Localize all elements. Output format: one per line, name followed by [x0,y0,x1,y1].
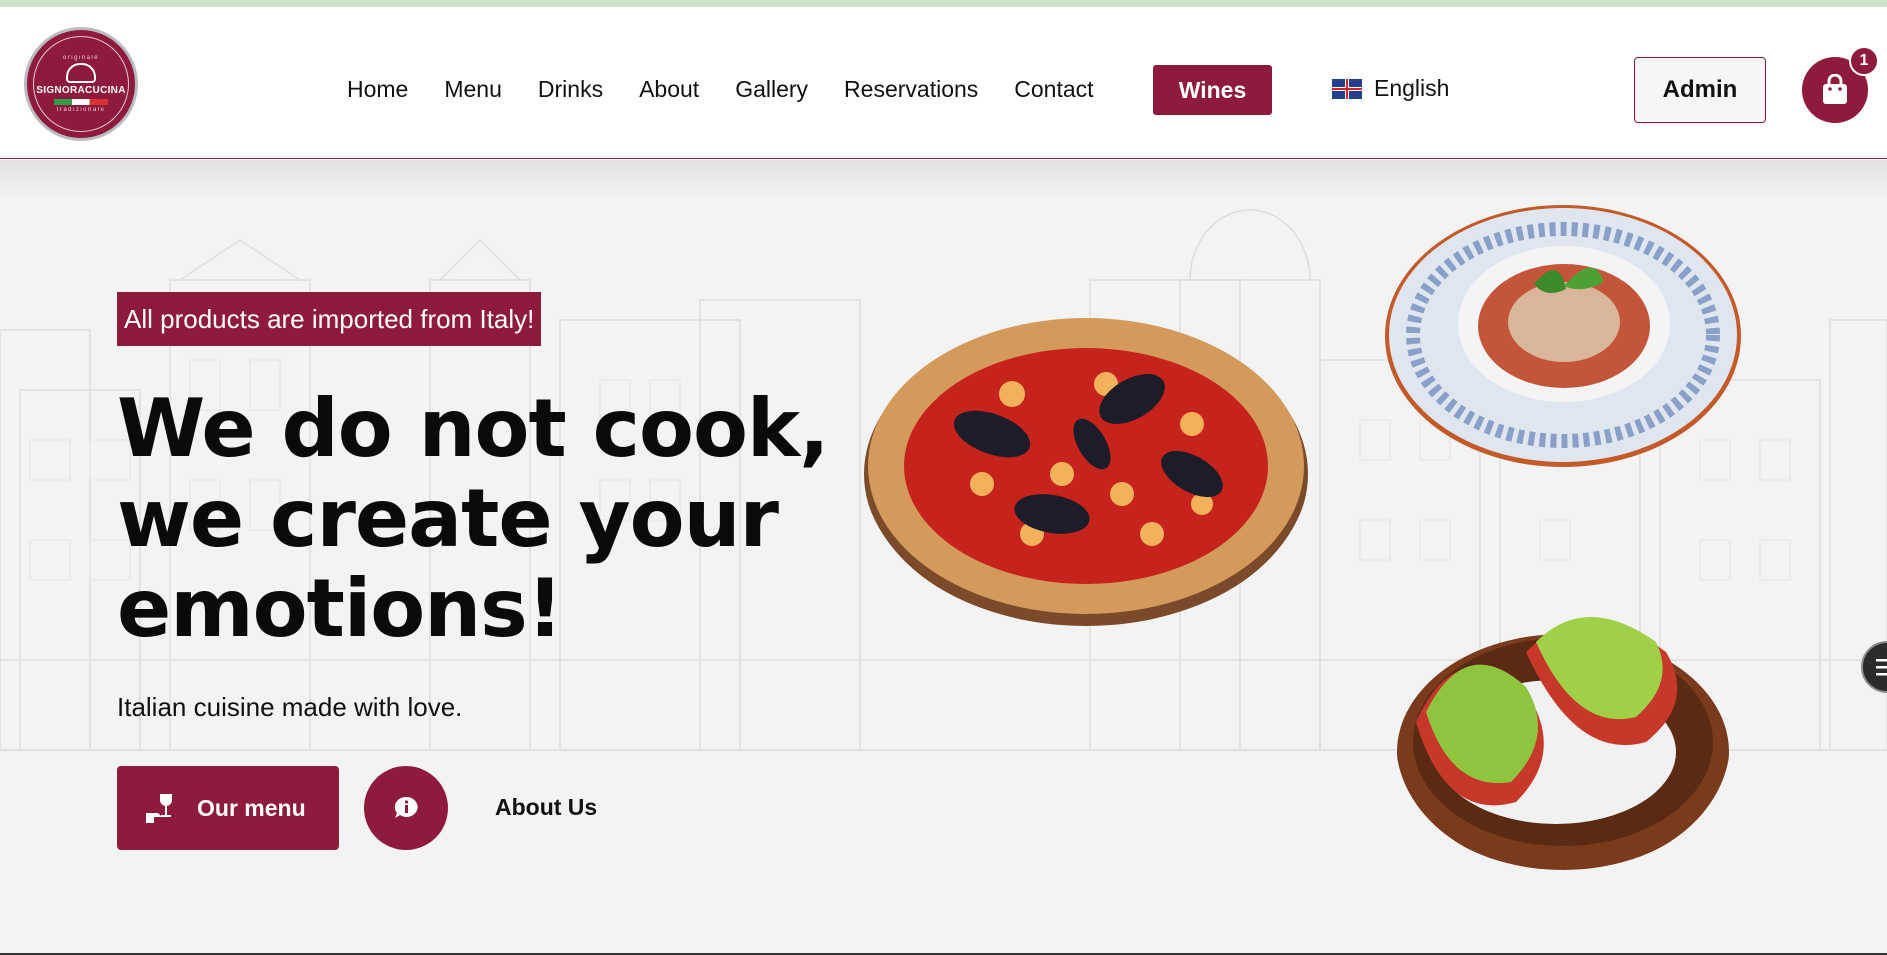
wines-button[interactable]: Wines [1153,65,1272,115]
our-menu-label: Our menu [197,794,306,821]
cart-count-badge: 1 [1849,46,1879,76]
italian-flag-stripe [54,99,108,105]
avocado-toast-image [1397,617,1729,870]
nav-contact[interactable]: Contact [1014,76,1093,103]
brand-name: SIGNORACUCINA [36,85,126,96]
top-accent-bar [0,0,1887,7]
chat-menu-icon [1876,659,1887,676]
nav-drinks[interactable]: Drinks [538,76,603,103]
nav-about[interactable]: About [639,76,699,103]
site-header: originale SIGNORACUCINA tradizionale Hom… [0,7,1887,159]
chef-hat-icon [66,63,96,83]
hero-section: All products are imported from Italy! We… [0,160,1887,955]
language-selector[interactable]: English [1332,75,1449,102]
about-us-link[interactable]: About Us [495,794,597,821]
info-button[interactable] [364,766,448,850]
site-logo[interactable]: originale SIGNORACUCINA tradizionale [24,27,138,141]
shopping-bag-icon [1823,74,1847,104]
wine-glass-icon [143,791,177,825]
hero-headline: We do not cook, we create your emotions! [117,382,830,655]
admin-button[interactable]: Admin [1634,57,1766,123]
import-notice-badge: All products are imported from Italy! [117,292,542,346]
nav-reservations[interactable]: Reservations [844,76,978,103]
info-chat-icon [394,796,418,818]
our-menu-button[interactable]: Our menu [117,766,339,850]
nav-menu[interactable]: Menu [444,76,502,103]
hero-subtitle: Italian cuisine made with love. [117,692,463,722]
uk-flag-icon [1332,78,1362,99]
nav-home[interactable]: Home [347,76,408,103]
nav-gallery[interactable]: Gallery [735,76,808,103]
main-nav: Home Menu Drinks About Gallery Reservati… [347,71,1130,107]
language-label: English [1374,75,1450,101]
spaghetti-plate-image [1385,205,1741,467]
pizza-image [864,318,1308,626]
